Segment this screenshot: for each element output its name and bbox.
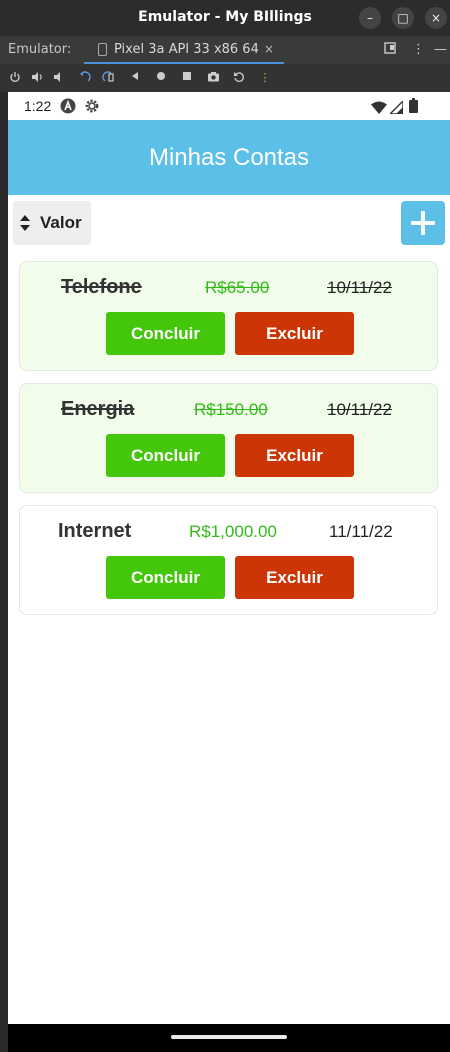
android-nav-bar xyxy=(8,1024,450,1052)
volume-down-icon[interactable] xyxy=(52,71,66,85)
phone-screen: 1:22 Minhas Contas Valor Telefone R$65.0… xyxy=(8,92,450,1052)
close-window-button[interactable]: × xyxy=(425,7,447,29)
complete-button[interactable]: Concluir xyxy=(106,312,225,355)
bill-card: Energia R$150.00 10/11/22 Concluir Exclu… xyxy=(19,383,438,493)
rotate-right-icon[interactable] xyxy=(101,71,115,85)
maximize-button[interactable]: □ xyxy=(392,7,414,29)
device-tab[interactable]: Pixel 3a API 33 x86 64 × xyxy=(84,36,284,64)
back-icon[interactable] xyxy=(128,71,142,85)
emulator-label: Emulator: xyxy=(8,42,72,57)
wifi-icon xyxy=(371,99,387,118)
status-time: 1:22 xyxy=(24,98,52,114)
app-header: Minhas Contas xyxy=(8,120,450,195)
add-bill-button[interactable] xyxy=(401,201,445,245)
bill-date: 10/11/22 xyxy=(327,278,392,297)
camera-icon[interactable] xyxy=(206,71,220,85)
power-icon[interactable] xyxy=(8,71,22,85)
delete-button[interactable]: Excluir xyxy=(235,434,354,477)
sort-by-value-button[interactable]: Valor xyxy=(13,201,91,245)
bill-value: R$150.00 xyxy=(194,400,268,419)
emulator-tabbar: Emulator: Pixel 3a API 33 x86 64 × ⋮ — xyxy=(0,36,450,64)
device-tab-label: Pixel 3a API 33 x86 64 xyxy=(114,42,259,57)
complete-button[interactable]: Concluir xyxy=(106,556,225,599)
bill-name: Internet xyxy=(58,520,132,542)
delete-button[interactable]: Excluir xyxy=(235,312,354,355)
volume-up-icon[interactable] xyxy=(30,71,44,85)
overview-icon[interactable] xyxy=(180,71,194,85)
bill-date: 11/11/22 xyxy=(329,522,393,541)
collapse-icon[interactable]: — xyxy=(434,42,447,57)
android-status-bar: 1:22 xyxy=(8,92,450,120)
complete-button[interactable]: Concluir xyxy=(106,434,225,477)
delete-button[interactable]: Excluir xyxy=(235,556,354,599)
window-mode-icon[interactable] xyxy=(384,42,396,58)
cell-signal-icon xyxy=(388,99,404,118)
more-options-icon[interactable]: ⋮ xyxy=(412,42,425,57)
rotate-left-icon[interactable] xyxy=(78,71,92,85)
window-titlebar: Emulator - My BIllings – □ × xyxy=(0,0,450,36)
bill-card: Telefone R$65.00 10/11/22 Concluir Exclu… xyxy=(19,261,438,371)
settings-gear-icon xyxy=(84,98,100,118)
battery-icon xyxy=(409,98,418,117)
sort-button-label: Valor xyxy=(40,213,82,232)
home-gesture-handle[interactable] xyxy=(171,1035,287,1039)
minimize-button[interactable]: – xyxy=(359,7,381,29)
bill-name: Energia xyxy=(61,398,135,420)
android-a-icon xyxy=(60,98,76,118)
sort-arrows-icon xyxy=(20,215,30,231)
emulator-toolbar: ⋮ xyxy=(0,64,450,92)
bill-value: R$65.00 xyxy=(205,278,270,297)
phone-device-icon xyxy=(98,43,107,56)
bill-name: Telefone xyxy=(61,276,142,298)
tab-close-icon[interactable]: × xyxy=(264,42,274,56)
replay-icon[interactable] xyxy=(232,71,246,85)
bill-date: 10/11/22 xyxy=(327,400,392,419)
window-title: Emulator - My BIllings xyxy=(138,9,312,25)
bill-value: R$1,000.00 xyxy=(189,522,277,541)
more-icon[interactable]: ⋮ xyxy=(258,71,272,85)
bill-card: Internet R$1,000.00 11/11/22 Concluir Ex… xyxy=(19,505,438,615)
home-icon[interactable] xyxy=(154,71,168,85)
page-title: Minhas Contas xyxy=(148,144,310,171)
